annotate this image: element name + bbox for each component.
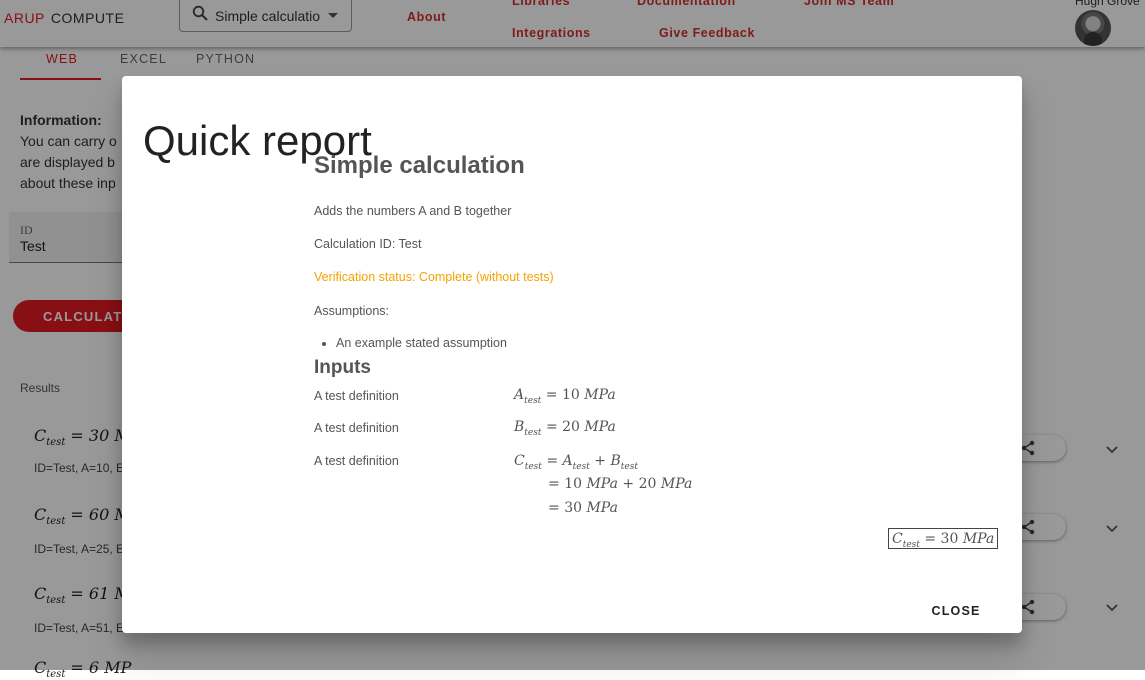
report-calc-title: Simple calculation bbox=[314, 152, 525, 179]
math-c-result: = 30 MPa bbox=[548, 500, 618, 516]
close-button[interactable]: CLOSE bbox=[920, 598, 992, 622]
report-verification-status: Verification status: Complete (without t… bbox=[314, 270, 554, 284]
math-result-boxed: Ctest = 30 MPa bbox=[892, 531, 995, 550]
assumptions-list: An example stated assumption bbox=[314, 336, 507, 350]
assumption-item: An example stated assumption bbox=[336, 336, 507, 350]
inputs-heading: Inputs bbox=[314, 357, 371, 378]
math-c-substitution: = 10 MPa + 20 MPa bbox=[548, 476, 693, 492]
report-assumptions-label: Assumptions: bbox=[314, 304, 390, 318]
math-a-equation: Atest = 10 MPa bbox=[514, 387, 616, 406]
result-summary-box: Ctest = 30 MPa bbox=[888, 528, 998, 550]
math-b-equation: Btest = 20 MPa bbox=[514, 419, 616, 438]
report-description: Adds the numbers A and B together bbox=[314, 204, 512, 218]
math-c-equation: Ctest = Atest + Btest bbox=[514, 453, 638, 472]
quick-report-dialog: Quick report Simple calculation Adds the… bbox=[122, 76, 1022, 633]
report-calc-id: Calculation ID: Test bbox=[314, 237, 422, 251]
input-definition: A test definition bbox=[314, 454, 399, 468]
input-definition: A test definition bbox=[314, 389, 399, 403]
input-definition: A test definition bbox=[314, 421, 399, 435]
